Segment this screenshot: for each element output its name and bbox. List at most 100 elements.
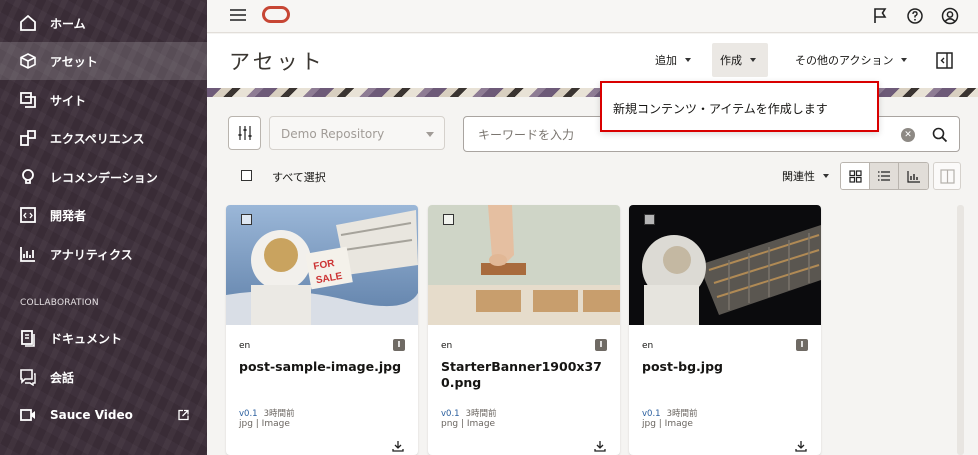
assets-content: Demo Repository ✕ すべて選択 関連性	[207, 97, 978, 455]
experience-icon	[18, 128, 38, 148]
asset-version-row: v0.1 3時間前	[642, 407, 697, 419]
asset-name: StarterBanner1900x370.png	[441, 359, 602, 390]
asset-name: post-sample-image.jpg	[239, 359, 402, 374]
help-icon[interactable]	[906, 7, 924, 25]
asset-thumbnail	[428, 205, 620, 325]
panel-toggle-button[interactable]	[933, 162, 961, 190]
sidebar-item-sauce-video[interactable]: Sauce Video	[0, 396, 207, 434]
sidebar-item-home[interactable]: ホーム	[0, 4, 207, 42]
other-actions-button[interactable]: その他のアクション	[787, 43, 915, 77]
external-link-icon	[178, 406, 189, 425]
add-button[interactable]: 追加	[647, 43, 699, 77]
list-view-button[interactable]	[870, 163, 899, 189]
asset-type: png | Image	[441, 419, 496, 429]
sidebar-item-label: レコメンデーション	[50, 170, 158, 185]
sidebar-item-analytics[interactable]: アナリティクス	[0, 235, 207, 273]
scrollbar[interactable]	[957, 205, 964, 455]
top-bar	[207, 0, 978, 33]
code-icon	[18, 205, 38, 225]
image-type-badge: I	[595, 339, 607, 351]
conversation-icon	[18, 367, 38, 387]
page-header: アセット 追加 作成 その他のアクション	[207, 34, 978, 88]
asset-time: 3時間前	[666, 409, 698, 419]
asset-time: 3時間前	[263, 409, 295, 419]
asset-version: v0.1	[642, 409, 661, 419]
other-actions-label: その他のアクション	[795, 54, 894, 67]
sidebar-item-label: ドキュメント	[50, 331, 123, 346]
asset-thumbnail: FOR SALE	[226, 205, 418, 325]
sidebar: ホーム アセット サイト エクスペリエンス レコメンデーション 開発者 アナリテ…	[0, 0, 207, 455]
analytics-icon	[18, 244, 38, 264]
asset-card[interactable]: en I post-bg.jpg v0.1 3時間前 jpg | Image	[629, 205, 821, 455]
sidebar-item-sites[interactable]: サイト	[0, 81, 207, 119]
tooltip-text: 新規コンテンツ・アイテムを作成します	[613, 102, 828, 116]
create-button-label: 作成	[720, 54, 742, 67]
sort-dropdown[interactable]: 関連性	[782, 168, 829, 184]
grid-icon	[848, 169, 862, 183]
asset-type: jpg | Image	[642, 419, 693, 429]
menu-icon[interactable]	[230, 9, 246, 23]
asset-name: post-bg.jpg	[642, 359, 723, 374]
image-type-badge: I	[393, 339, 405, 351]
sort-label: 関連性	[782, 170, 815, 183]
analytics-view-button[interactable]	[899, 163, 928, 189]
asset-language: en	[441, 341, 453, 351]
asset-card[interactable]: en I StarterBanner1900x370.png v0.1 3時間前 …	[428, 205, 620, 455]
home-icon	[18, 13, 38, 33]
sidebar-item-documents[interactable]: ドキュメント	[0, 319, 207, 357]
asset-checkbox[interactable]	[443, 214, 454, 225]
side-panel-collapse-icon[interactable]	[936, 52, 953, 69]
select-all-checkbox[interactable]	[241, 170, 252, 181]
asset-language: en	[642, 341, 654, 351]
list-icon	[878, 171, 890, 181]
filter-sliders-icon	[238, 126, 251, 140]
asset-time: 3時間前	[465, 409, 497, 419]
sidebar-item-developer[interactable]: 開発者	[0, 196, 207, 234]
user-avatar-icon[interactable]	[941, 7, 959, 25]
video-icon	[18, 405, 38, 425]
chevron-down-icon	[685, 58, 691, 62]
download-icon[interactable]	[392, 437, 404, 452]
chevron-down-icon	[901, 58, 908, 62]
filter-button[interactable]	[228, 116, 261, 150]
create-button[interactable]: 作成	[712, 43, 768, 77]
asset-checkbox[interactable]	[241, 214, 252, 225]
asset-card[interactable]: FOR SALE en I post-sample-image.jpg v0.1…	[226, 205, 418, 455]
asset-checkbox[interactable]	[644, 214, 655, 225]
sidebar-item-label: 会話	[50, 370, 75, 385]
panel-icon	[939, 168, 955, 184]
cube-icon	[18, 51, 38, 71]
download-icon[interactable]	[795, 437, 807, 452]
sidebar-item-label: サイト	[50, 93, 87, 108]
add-button-label: 追加	[655, 54, 677, 67]
create-tooltip: 新規コンテンツ・アイテムを作成します	[600, 81, 879, 132]
sites-icon	[18, 90, 38, 110]
sidebar-item-assets[interactable]: アセット	[0, 42, 207, 80]
asset-language: en	[239, 341, 251, 351]
chevron-down-icon	[750, 58, 756, 62]
sidebar-item-label: アセット	[50, 54, 98, 69]
sidebar-item-label: アナリティクス	[50, 247, 133, 262]
repository-select[interactable]: Demo Repository	[269, 116, 445, 150]
asset-version-row: v0.1 3時間前	[239, 407, 294, 419]
view-switcher	[840, 162, 929, 190]
asset-type: jpg | Image	[239, 419, 290, 429]
flag-icon[interactable]	[871, 7, 889, 25]
grid-view-button[interactable]	[841, 163, 870, 189]
search-icon[interactable]	[931, 126, 949, 144]
oracle-logo	[262, 6, 290, 23]
repository-select-value: Demo Repository	[281, 127, 385, 141]
asset-version: v0.1	[441, 409, 460, 419]
sidebar-item-label: エクスペリエンス	[50, 131, 145, 146]
sidebar-item-conversations[interactable]: 会話	[0, 358, 207, 396]
download-icon[interactable]	[594, 437, 606, 452]
clear-icon[interactable]: ✕	[901, 128, 915, 142]
asset-version: v0.1	[239, 409, 258, 419]
sidebar-item-recommendations[interactable]: レコメンデーション	[0, 158, 207, 196]
asset-thumbnail	[629, 205, 821, 325]
analytics-icon	[906, 170, 920, 183]
select-all-label: すべて選択	[272, 171, 326, 184]
section-label-collaboration: COLLABORATION	[20, 298, 99, 308]
documents-icon	[18, 328, 38, 348]
sidebar-item-experience[interactable]: エクスペリエンス	[0, 119, 207, 157]
